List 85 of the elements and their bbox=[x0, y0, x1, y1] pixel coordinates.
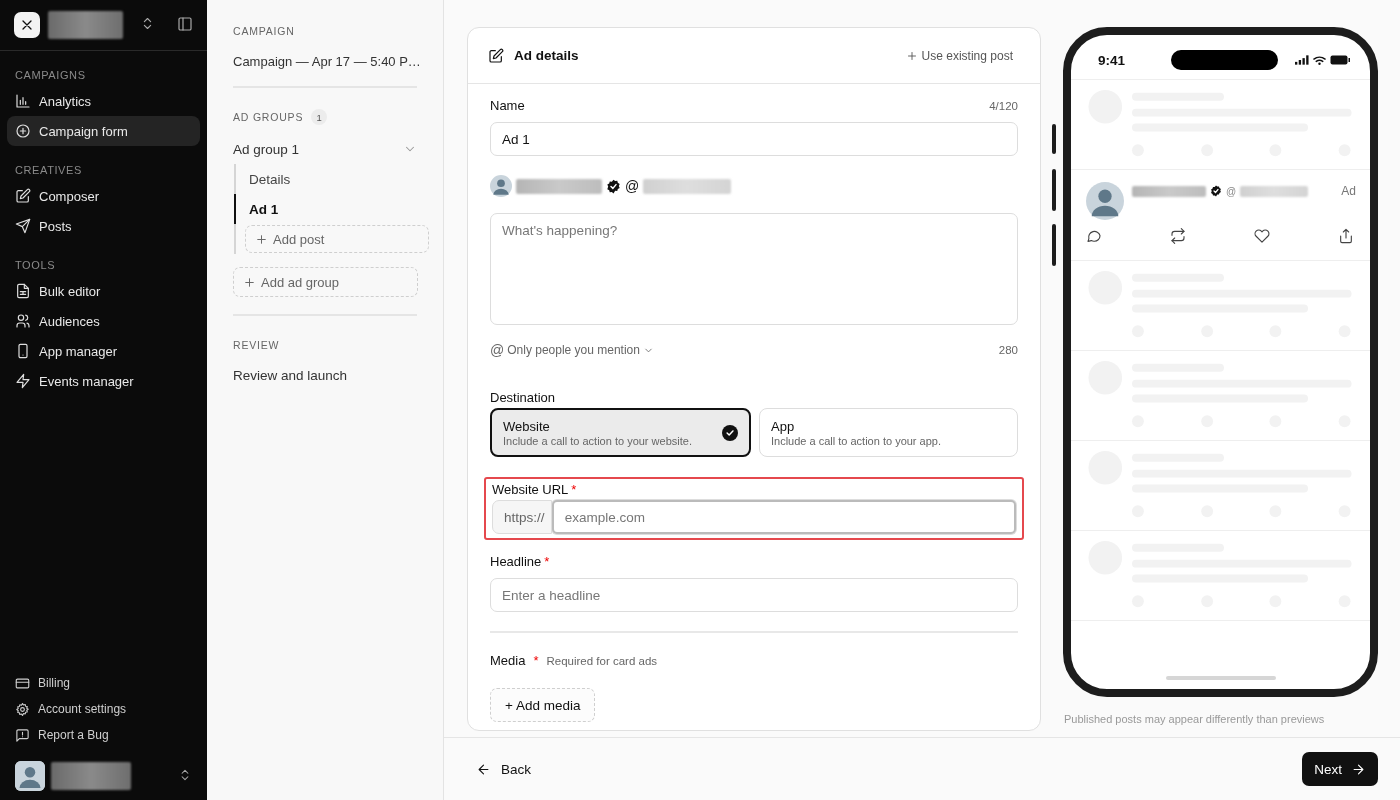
nav-item[interactable]: Posts bbox=[7, 211, 200, 241]
nav-item[interactable]: Analytics bbox=[7, 86, 200, 116]
x-mark-icon bbox=[21, 19, 33, 31]
avatar-icon bbox=[490, 175, 512, 197]
headline-field[interactable]: Enter a headline bbox=[490, 578, 1018, 612]
sidebar-toggle-icon[interactable] bbox=[177, 15, 193, 32]
pencil-icon bbox=[488, 47, 504, 64]
reply-setting-dropdown[interactable]: @ Only people you mention bbox=[490, 342, 654, 358]
preview-note: Published posts may appear differently than previews bbox=[1063, 712, 1326, 727]
field-label: Headline bbox=[490, 554, 542, 569]
nav-item[interactable]: Bulk editor bbox=[7, 276, 200, 306]
repost-icon bbox=[1170, 228, 1186, 244]
count-badge: 1 bbox=[311, 109, 328, 125]
reply-icon bbox=[1086, 228, 1102, 244]
status-time: 9:41 bbox=[1098, 52, 1127, 68]
url-prefix: https:// bbox=[492, 500, 552, 534]
section-heading: CREATIVES bbox=[14, 163, 83, 178]
wifi-icon bbox=[1313, 55, 1326, 65]
battery-icon bbox=[1330, 55, 1350, 65]
share-icon bbox=[1338, 228, 1354, 244]
section-heading: REVIEW bbox=[233, 338, 281, 352]
character-counter: 280 bbox=[998, 344, 1018, 356]
name-field[interactable]: Ad 1 bbox=[490, 122, 1018, 156]
use-existing-post-button[interactable]: Use existing post bbox=[905, 48, 1013, 63]
required-mark: * bbox=[571, 482, 577, 497]
credit-card-icon bbox=[15, 675, 30, 691]
field-label: Name bbox=[490, 98, 525, 113]
character-counter: 4/120 bbox=[989, 99, 1018, 112]
add-ad-group-button[interactable]: Add ad group bbox=[233, 267, 418, 297]
report-icon bbox=[15, 727, 30, 743]
nav-item[interactable]: Composer bbox=[7, 181, 200, 211]
section-heading: CAMPAIGN bbox=[233, 24, 296, 38]
phone-icon bbox=[15, 343, 31, 359]
required-mark: * bbox=[544, 554, 550, 569]
plus-icon bbox=[243, 275, 256, 289]
section-heading: AD GROUPS bbox=[233, 111, 304, 123]
avatar-icon bbox=[15, 761, 45, 791]
nav-item[interactable]: Account settings bbox=[7, 696, 200, 722]
lightning-icon bbox=[15, 373, 31, 389]
section-heading: TOOLS bbox=[14, 258, 57, 273]
settings-icon bbox=[15, 701, 30, 717]
back-button[interactable]: Back bbox=[476, 761, 531, 777]
heart-icon bbox=[1254, 228, 1270, 244]
next-button[interactable]: Next bbox=[1302, 752, 1378, 786]
check-icon bbox=[722, 424, 738, 441]
required-mark: * bbox=[533, 653, 539, 668]
document-icon bbox=[15, 283, 31, 299]
destination-option[interactable]: App Include a call to action to your app. bbox=[759, 408, 1018, 457]
bar-chart-icon bbox=[15, 93, 31, 109]
nav-item[interactable]: Billing bbox=[7, 670, 200, 696]
signal-icon bbox=[1295, 55, 1309, 65]
nav-item[interactable]: Report a Bug bbox=[7, 722, 200, 748]
add-post-button[interactable]: Add post bbox=[245, 225, 429, 253]
add-media-button[interactable]: + Add media bbox=[490, 688, 596, 722]
arrow-left-icon bbox=[476, 761, 491, 777]
at-sign: @ bbox=[1226, 185, 1237, 197]
step-item[interactable]: Details bbox=[234, 164, 429, 194]
pencil-icon bbox=[15, 188, 31, 204]
plus-icon bbox=[905, 49, 918, 62]
plus-circle-icon bbox=[15, 123, 31, 139]
arrow-right-icon bbox=[1351, 761, 1366, 777]
paper-plane-icon bbox=[15, 218, 31, 234]
avatar-icon bbox=[1086, 182, 1124, 220]
field-hint: Required for card ads bbox=[546, 654, 658, 667]
at-sign: @ bbox=[625, 178, 640, 194]
nav-item[interactable]: App manager bbox=[7, 336, 200, 366]
plus-icon bbox=[255, 232, 268, 246]
nav-item[interactable]: Audiences bbox=[7, 306, 200, 336]
nav-item[interactable]: Events manager bbox=[7, 366, 200, 396]
nav-item[interactable]: Campaign form bbox=[7, 116, 200, 146]
campaign-name[interactable]: Campaign — Apr 17 — 5:40 P… bbox=[233, 54, 421, 69]
url-field[interactable]: example.com bbox=[551, 500, 1016, 534]
destination-option[interactable]: Website Include a call to action to your website. bbox=[490, 408, 751, 457]
ad-label: Ad bbox=[1341, 184, 1356, 198]
step-item[interactable]: Review and launch bbox=[233, 368, 417, 383]
blurred-name bbox=[1240, 185, 1309, 197]
users-icon bbox=[15, 313, 31, 329]
field-label: Website URL bbox=[492, 482, 569, 497]
card-title: Ad details bbox=[514, 48, 579, 63]
post-text-field[interactable]: What's happening? bbox=[490, 213, 1018, 325]
step-item[interactable]: Ad 1 bbox=[234, 194, 429, 224]
section-heading: CAMPAIGNS bbox=[14, 68, 87, 83]
ad-group-item[interactable]: Ad group 1 bbox=[233, 141, 300, 157]
field-label: Destination bbox=[490, 390, 557, 405]
field-label: Media bbox=[490, 653, 526, 668]
